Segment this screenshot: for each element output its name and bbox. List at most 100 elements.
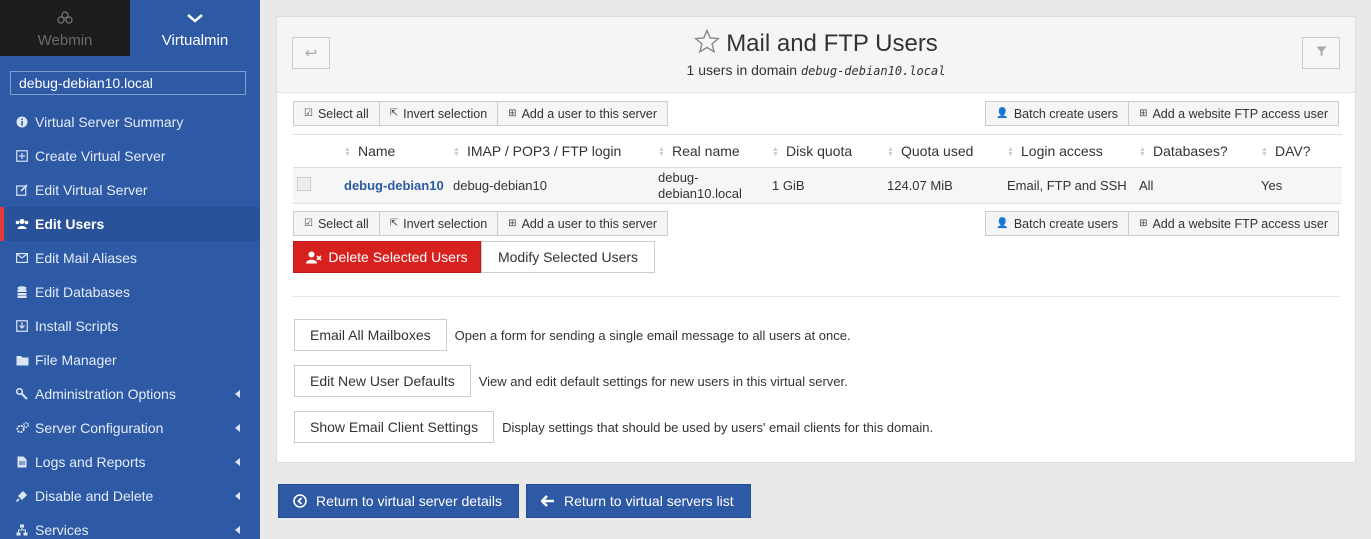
tab-webmin-label: Webmin <box>37 32 93 49</box>
cogs-icon <box>15 421 29 435</box>
select-all-label: Select all <box>317 106 369 121</box>
filter-button[interactable] <box>1302 37 1340 69</box>
column-header-quota-used[interactable]: ▲ ▼ Quota used <box>879 134 999 168</box>
sidebar-item-server-configuration[interactable]: Server Configuration <box>0 411 260 445</box>
row-select-cell <box>293 167 336 204</box>
return-details-label: Return to virtual server details <box>316 493 502 509</box>
users-icon <box>15 217 29 231</box>
main-panel: ↩ Mail and FTP Users 1 users in domain d… <box>276 16 1356 463</box>
sidebar-item-edit-virtual-server[interactable]: Edit Virtual Server <box>0 173 260 207</box>
email-all-mailboxes-button[interactable]: Email All Mailboxes <box>294 319 447 351</box>
chevron-down-icon <box>186 8 204 28</box>
sidebar-item-label: Server Configuration <box>35 420 164 436</box>
delete-selected-users-button[interactable]: Delete Selected Users <box>293 241 481 273</box>
info-icon <box>15 115 29 129</box>
external-link-icon: ⇱ <box>389 218 399 229</box>
new-user-defaults-description: View and edit default settings for new u… <box>478 373 848 389</box>
column-header-real-name[interactable]: ▲ ▼ Real name <box>650 134 764 168</box>
column-header-disk-quota[interactable]: ▲ ▼ Disk quota <box>764 134 879 168</box>
column-header-name[interactable]: ▲ ▼ Name <box>336 134 445 168</box>
sidebar-item-label: Logs and Reports <box>35 454 146 470</box>
sidebar-item-disable-and-delete[interactable]: Disable and Delete <box>0 479 260 513</box>
page-subtitle: 1 users in domain debug-debian10.local <box>277 62 1355 78</box>
select-all-button[interactable]: ☑ Select all <box>293 101 380 126</box>
sidebar-item-administration-options[interactable]: Administration Options <box>0 377 260 411</box>
wrench-icon <box>15 387 29 401</box>
sidebar-item-label: Edit Mail Aliases <box>35 250 137 266</box>
sidebar: Webmin Virtualmin debug-debian10.local V… <box>0 0 260 539</box>
user-icon: 👤 <box>996 108 1009 119</box>
sidebar-item-edit-mail-aliases[interactable]: Edit Mail Aliases <box>0 241 260 275</box>
select-all-button[interactable]: ☑ Select all <box>293 211 380 236</box>
modify-selected-users-button[interactable]: Modify Selected Users <box>481 241 655 273</box>
add-ftp-user-button[interactable]: ⊞ Add a website FTP access user <box>1128 101 1339 126</box>
sidebar-item-label: Virtual Server Summary <box>35 114 184 130</box>
domain-selector[interactable]: debug-debian10.local <box>10 71 246 95</box>
user-disk-quota: 1 GiB <box>764 167 879 204</box>
user-login-access: Email, FTP and SSH <box>999 167 1131 204</box>
webmin-logo-icon <box>56 8 74 28</box>
column-header-dav[interactable]: ▲ ▼ DAV? <box>1253 134 1342 168</box>
user-name-link[interactable]: debug-debian10 <box>336 167 445 204</box>
column-header-login-access[interactable]: ▲ ▼ Login access <box>999 134 1131 168</box>
subtitle-domain: debug-debian10.local <box>800 64 946 78</box>
sidebar-item-label: Services <box>35 522 89 538</box>
invert-selection-button[interactable]: ⇱ Invert selection <box>378 101 499 126</box>
check-square-icon: ☑ <box>304 218 313 229</box>
plus-square-icon: ⊞ <box>508 108 517 119</box>
sidebar-item-file-manager[interactable]: File Manager <box>0 343 260 377</box>
return-to-server-details-button[interactable]: Return to virtual server details <box>278 484 519 518</box>
sidebar-item-edit-users[interactable]: Edit Users <box>0 207 260 241</box>
show-email-client-settings-button[interactable]: Show Email Client Settings <box>294 411 495 443</box>
batch-create-label: Batch create users <box>1013 106 1119 121</box>
tab-webmin[interactable]: Webmin <box>0 0 130 56</box>
database-icon <box>15 285 29 299</box>
edit-new-user-defaults-button[interactable]: Edit New User Defaults <box>294 365 471 397</box>
sidebar-item-logs-and-reports[interactable]: Logs and Reports <box>0 445 260 479</box>
caret-left-icon <box>235 424 240 432</box>
sort-icon: ▲ ▼ <box>344 146 351 159</box>
column-header-databases[interactable]: ▲ ▼ Databases? <box>1131 134 1253 168</box>
invert-selection-button[interactable]: ⇱ Invert selection <box>378 211 499 236</box>
batch-create-button[interactable]: 👤 Batch create users <box>985 101 1130 126</box>
row-checkbox[interactable] <box>297 177 311 191</box>
column-header-select <box>293 134 336 168</box>
edit-icon <box>15 183 29 197</box>
email-client-row: Show Email Client Settings Display setti… <box>294 411 933 443</box>
user-icon: 👤 <box>996 218 1009 229</box>
sort-icon: ▲ ▼ <box>1007 146 1014 159</box>
sidebar-item-virtual-server-summary[interactable]: Virtual Server Summary <box>0 105 260 139</box>
sitemap-icon <box>15 523 29 537</box>
top-toolbar: ☑ Select all ⇱ Invert selection ⊞ Add a use… <box>293 101 1339 126</box>
arrow-left-icon <box>541 495 555 507</box>
download-icon <box>15 319 29 333</box>
batch-create-label: Batch create users <box>1013 216 1119 231</box>
tab-virtualmin[interactable]: Virtualmin <box>130 0 260 56</box>
sidebar-item-install-scripts[interactable]: Install Scripts <box>0 309 260 343</box>
add-ftp-user-label: Add a website FTP access user <box>1152 216 1328 231</box>
caret-left-icon <box>235 492 240 500</box>
sidebar-item-services[interactable]: Services <box>0 513 260 539</box>
column-header-login[interactable]: ▲ ▼ IMAP / POP3 / FTP login <box>445 134 650 168</box>
sidebar-item-create-virtual-server[interactable]: Create Virtual Server <box>0 139 260 173</box>
tab-virtualmin-label: Virtualmin <box>161 32 229 49</box>
user-databases: All <box>1131 167 1253 204</box>
sidebar-item-label: Install Scripts <box>35 318 119 334</box>
invert-selection-label: Invert selection <box>403 216 488 231</box>
file-text-icon <box>15 455 29 469</box>
sidebar-item-label: Edit Virtual Server <box>35 182 148 198</box>
user-login: debug-debian10 <box>445 167 650 204</box>
add-user-button[interactable]: ⊞ Add a user to this server <box>497 211 669 236</box>
new-user-defaults-row: Edit New User Defaults View and edit def… <box>294 365 848 397</box>
email-client-description: Display settings that should be used by … <box>502 419 934 435</box>
plus-square-icon: ⊞ <box>1139 218 1148 229</box>
section-divider <box>293 296 1339 297</box>
add-user-button[interactable]: ⊞ Add a user to this server <box>497 101 669 126</box>
star-icon[interactable] <box>694 28 721 61</box>
add-ftp-user-button[interactable]: ⊞ Add a website FTP access user <box>1128 211 1339 236</box>
users-table: ▲ ▼ Name ▲ ▼ IMAP / POP3 / FTP login ▲ ▼ Real … <box>293 134 1342 204</box>
return-to-servers-list-button[interactable]: Return to virtual servers list <box>526 484 751 518</box>
sidebar-item-label: File Manager <box>35 352 117 368</box>
batch-create-button[interactable]: 👤 Batch create users <box>985 211 1130 236</box>
sidebar-item-edit-databases[interactable]: Edit Databases <box>0 275 260 309</box>
